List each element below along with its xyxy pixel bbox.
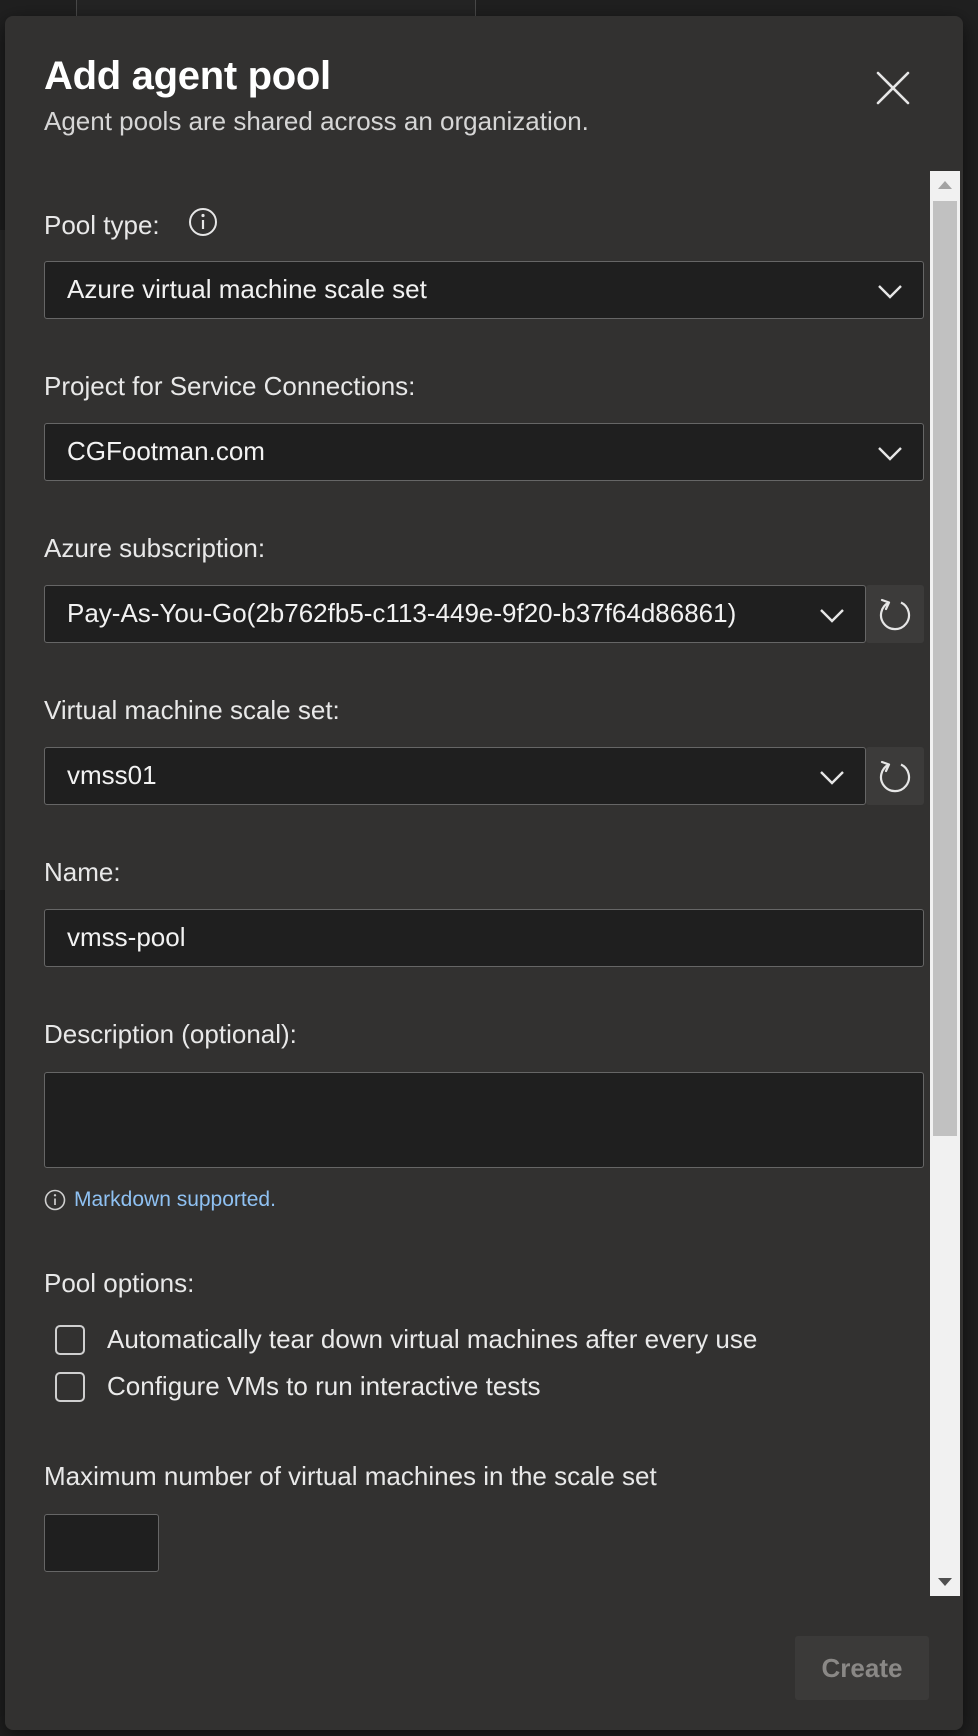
dialog-subtitle: Agent pools are shared across an organiz… [44, 106, 589, 136]
subscription-refresh-button[interactable] [866, 585, 924, 643]
chevron-down-icon [820, 771, 844, 785]
max-vms-label: Maximum number of virtual machines in th… [44, 1461, 657, 1491]
name-label: Name: [44, 857, 121, 887]
teardown-checkbox[interactable] [55, 1324, 85, 1355]
create-button[interactable]: Create [795, 1636, 929, 1700]
close-icon [876, 71, 910, 105]
chevron-down-icon [878, 447, 902, 461]
interactive-tests-option-label: Configure VMs to run interactive tests [107, 1371, 541, 1401]
teardown-option[interactable]: Automatically tear down virtual machines… [55, 1324, 757, 1355]
project-value: CGFootman.com [67, 436, 265, 466]
description-label: Description (optional): [44, 1019, 297, 1049]
scale-set-refresh-button[interactable] [866, 747, 924, 805]
refresh-icon [879, 760, 911, 793]
scale-set-select[interactable]: vmss01 [44, 747, 866, 805]
scroll-up-arrow-icon[interactable] [938, 181, 952, 189]
info-icon [44, 1189, 66, 1211]
teardown-option-label: Automatically tear down virtual machines… [107, 1324, 758, 1354]
max-vms-input[interactable] [44, 1514, 159, 1572]
name-value: vmss-pool [67, 922, 186, 952]
subscription-select[interactable]: Pay-As-You-Go(2b762fb5-c113-449e-9f20-b3… [44, 585, 866, 643]
scale-set-label: Virtual machine scale set: [44, 695, 340, 725]
close-button[interactable] [867, 62, 919, 114]
form-scrollbar[interactable] [930, 171, 960, 1596]
project-select[interactable]: CGFootman.com [44, 423, 924, 481]
chevron-down-icon [820, 609, 844, 623]
project-label: Project for Service Connections: [44, 371, 416, 401]
pool-type-select[interactable]: Azure virtual machine scale set [44, 261, 924, 319]
dialog-title: Add agent pool [44, 54, 331, 98]
pool-type-label: Pool type: [44, 210, 160, 240]
chevron-down-icon [878, 285, 902, 299]
dialog-form: Pool type: Azure virtual machine scale s… [5, 171, 963, 1616]
refresh-icon [879, 598, 911, 631]
pool-type-value: Azure virtual machine scale set [67, 274, 427, 304]
info-icon[interactable] [188, 207, 218, 237]
scrollbar-thumb[interactable] [933, 201, 957, 1136]
scroll-down-arrow-icon[interactable] [938, 1578, 952, 1586]
pool-options-label: Pool options: [44, 1268, 195, 1298]
subscription-label: Azure subscription: [44, 533, 266, 563]
markdown-note: Markdown supported. [44, 1188, 276, 1212]
name-input[interactable]: vmss-pool [44, 909, 924, 967]
subscription-value: Pay-As-You-Go(2b762fb5-c113-449e-9f20-b3… [67, 598, 737, 628]
scale-set-value: vmss01 [67, 760, 157, 790]
description-textarea[interactable] [44, 1072, 924, 1168]
add-agent-pool-dialog: Add agent pool Agent pools are shared ac… [5, 16, 963, 1730]
interactive-tests-checkbox[interactable] [55, 1371, 85, 1402]
markdown-supported-link[interactable]: Markdown supported. [74, 1188, 276, 1212]
interactive-tests-option[interactable]: Configure VMs to run interactive tests [55, 1371, 541, 1402]
